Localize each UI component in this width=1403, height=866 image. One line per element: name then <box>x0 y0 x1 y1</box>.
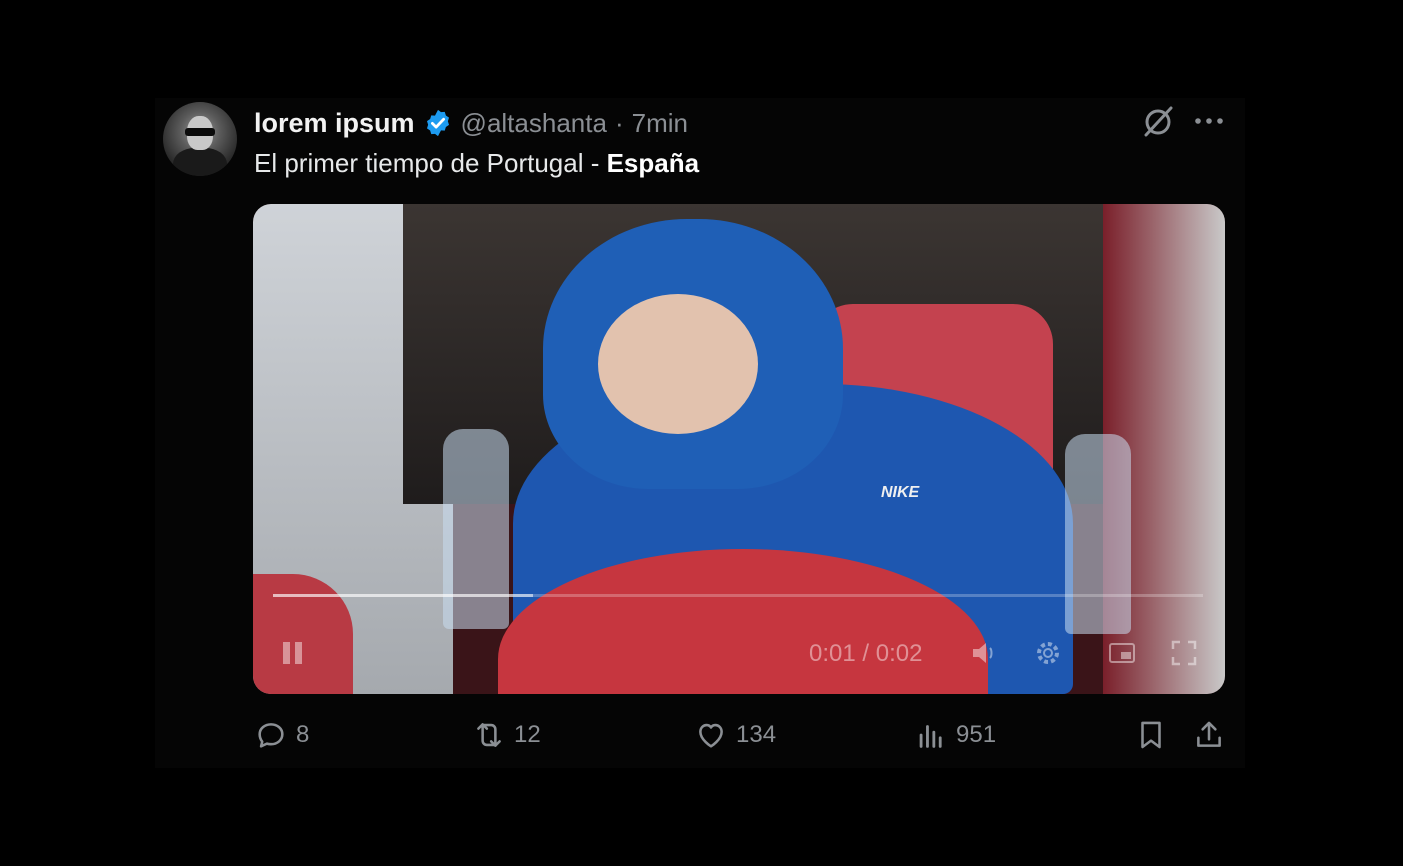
tweet-text: El primer tiempo de Portugal - España <box>254 148 699 179</box>
volume-icon[interactable] <box>969 638 999 668</box>
settings-gear-icon[interactable] <box>1033 638 1063 668</box>
tweet-time[interactable]: 7min <box>632 108 688 139</box>
grok-icon[interactable] <box>1140 104 1176 140</box>
author-name[interactable]: lorem ipsum <box>254 108 415 139</box>
video-progress-fill <box>273 594 534 597</box>
reply-icon <box>258 723 284 748</box>
verified-badge-icon[interactable] <box>423 108 453 138</box>
share-icon <box>1197 721 1221 747</box>
water-bottle <box>1065 434 1131 634</box>
fullscreen-icon[interactable] <box>1169 638 1199 668</box>
reply-count: 8 <box>296 721 310 748</box>
tweet-actions: 8 12 134 951 <box>0 718 1403 758</box>
avatar-sunglasses <box>185 128 215 136</box>
views-icon <box>919 725 942 748</box>
avatar-body <box>173 148 227 176</box>
picture-in-picture-icon[interactable] <box>1107 638 1137 668</box>
author-handle[interactable]: @altashanta <box>461 108 607 139</box>
repost-icon <box>477 723 501 747</box>
reply-button[interactable]: 8 <box>254 718 309 752</box>
share-button[interactable] <box>1192 718 1226 752</box>
bookmark-button[interactable] <box>1134 718 1168 752</box>
tweet-text-bold: España <box>606 148 700 178</box>
video-player[interactable]: NIKE 0:01 / 0:02 <box>253 204 1225 694</box>
more-options-icon[interactable] <box>1192 108 1226 134</box>
water-bottle <box>443 429 509 629</box>
like-count: 134 <box>736 721 777 748</box>
bookmark-icon <box>1141 721 1161 749</box>
repost-button[interactable]: 12 <box>472 718 541 752</box>
repost-count: 12 <box>514 721 541 748</box>
jacket-logo: NIKE <box>881 484 920 501</box>
views-count: 951 <box>956 721 997 748</box>
tweet-header: lorem ipsum @altashanta · 7min <box>254 106 688 140</box>
header-separator: · <box>614 107 624 138</box>
like-icon <box>699 723 723 748</box>
pause-icon[interactable] <box>283 642 307 666</box>
like-button[interactable]: 134 <box>694 718 776 752</box>
sleeping-child-face <box>598 294 758 434</box>
video-progress-bar[interactable] <box>273 594 1203 597</box>
video-time: 0:01 / 0:02 <box>809 640 923 667</box>
tweet-text-plain: El primer tiempo de Portugal - <box>254 148 607 178</box>
avatar[interactable] <box>163 102 237 176</box>
views-button[interactable]: 951 <box>914 718 996 752</box>
